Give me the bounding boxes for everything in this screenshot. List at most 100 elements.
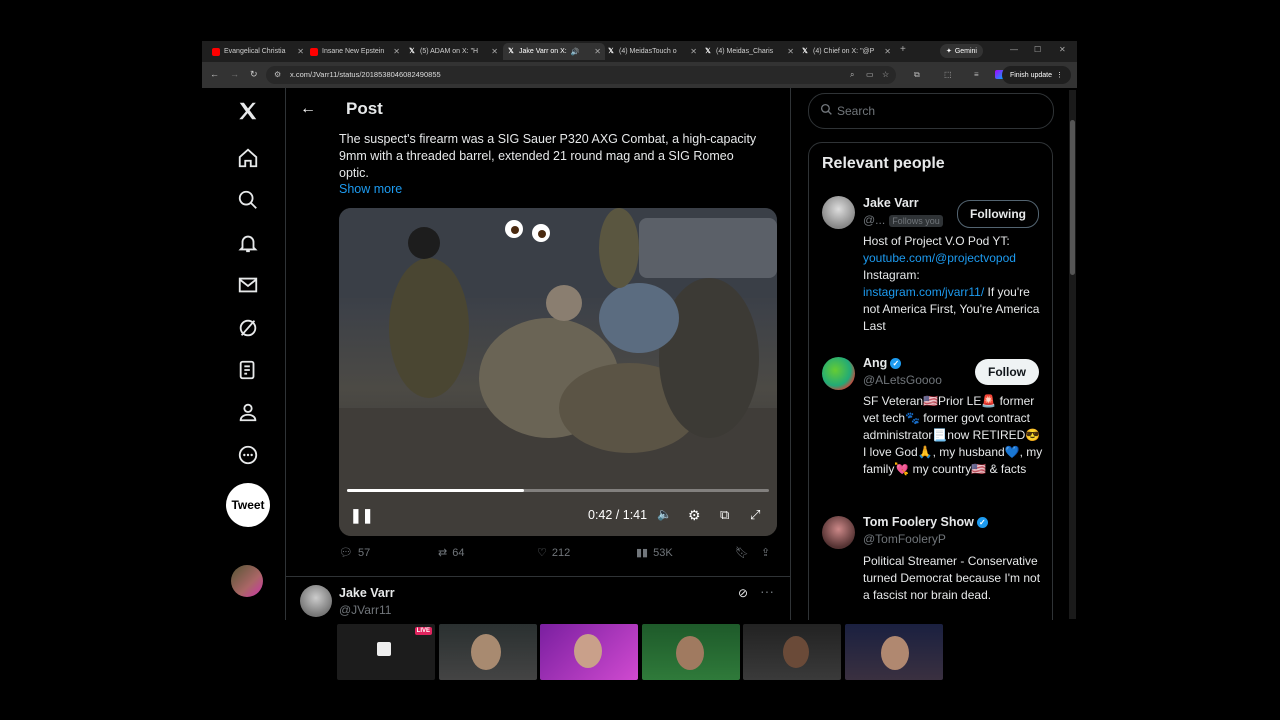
gemini-button[interactable]: ✦ Gemini [939, 44, 983, 58]
close-icon[interactable]: ✕ [491, 47, 498, 56]
person-name[interactable]: Ang ✓ [863, 356, 902, 370]
participant-face [574, 634, 602, 668]
reply-tweet[interactable]: Jake Varr @JVarr11 ⊘ ··· [286, 576, 790, 620]
person-handle[interactable]: @TomFooleryP [863, 532, 946, 546]
finish-update-button[interactable]: Finish update ⋮ [1001, 66, 1071, 84]
screen-share-thumbnail [377, 642, 391, 656]
screenshot-icon[interactable]: ⬚ [944, 70, 952, 79]
address-bar[interactable]: ⚙ x.com/JVarr11/status/20185380460824908… [266, 66, 896, 84]
bio-link[interactable]: youtube.com/@projectvopod [863, 251, 1016, 265]
video-player[interactable]: ❚❚ 0:42 / 1:41 🔈 ⚙ ⧉ ⤢ [339, 208, 777, 536]
following-button[interactable]: Following [957, 200, 1039, 228]
participant-face [881, 636, 909, 670]
repost-button[interactable]: ⇄ 64 [438, 546, 465, 560]
reload-icon[interactable]: ↻ [250, 69, 258, 80]
site-info-icon[interactable]: ⚙ [274, 70, 281, 79]
webcam-tile [845, 624, 943, 680]
maximize-icon[interactable]: ☐ [1034, 45, 1041, 54]
repost-count: 64 [452, 546, 465, 559]
new-tab-icon[interactable]: + [900, 44, 906, 55]
person-handle[interactable]: @... Follows you [863, 213, 943, 227]
tweet-button[interactable]: Tweet [226, 483, 270, 527]
close-window-icon[interactable]: ✕ [1059, 45, 1066, 54]
name-text: Ang [863, 356, 888, 370]
fullscreen-icon[interactable]: ⤢ [750, 507, 760, 523]
person-handle[interactable]: @ALetsGoooo [863, 373, 942, 387]
home-icon[interactable] [235, 145, 261, 171]
speaker-icon[interactable]: 🔊 [571, 48, 580, 56]
settings-gear-icon[interactable]: ⚙ [688, 507, 701, 524]
follows-you-badge: Follows you [889, 215, 943, 227]
reply-icon: 💬︎ [339, 547, 353, 559]
grok-icon[interactable]: ⊘ [738, 586, 748, 600]
explore-search-icon[interactable] [235, 187, 261, 213]
page-title: Post [346, 99, 383, 118]
bookmark-icon[interactable]: 🔖︎ [735, 546, 749, 559]
video-progress-bar[interactable] [347, 489, 769, 492]
post-column: ← Post The suspect's firearm was a SIG S… [286, 88, 791, 620]
search-input[interactable]: Search [808, 93, 1054, 129]
search-icon [820, 103, 832, 115]
avatar[interactable] [231, 565, 263, 597]
x-logo-icon[interactable] [235, 98, 261, 124]
show-more-link[interactable]: Show more [339, 182, 402, 196]
bookmark-star-icon[interactable]: ☆ [882, 70, 889, 79]
avatar[interactable] [822, 357, 855, 390]
grok-icon[interactable] [235, 315, 261, 341]
reply-author-handle[interactable]: @JVarr11 [339, 603, 391, 617]
profile-person-icon[interactable] [235, 399, 261, 425]
extensions-icon[interactable]: ⧉ [914, 70, 920, 80]
browser-tab[interactable]: Insane New Epstein ✕ [310, 43, 400, 60]
zoom-icon[interactable]: ⌕ [850, 70, 854, 80]
volume-icon[interactable]: 🔈 [657, 507, 672, 521]
browser-tab[interactable]: 𝕏 (4) MeidasTouch o ✕ [607, 43, 697, 60]
back-icon[interactable]: ← [210, 69, 219, 79]
notifications-bell-icon[interactable] [235, 230, 261, 256]
avatar[interactable] [300, 585, 332, 617]
pip-icon[interactable]: ⧉ [720, 507, 729, 523]
avatar[interactable] [822, 196, 855, 229]
address-toolbar: ← → ↻ ⚙ x.com/JVarr11/status/20185380460… [202, 62, 1077, 88]
browser-tab-active[interactable]: 𝕏 Jake Varr on X: 🔊 ✕ [503, 43, 605, 60]
reply-button[interactable]: 💬︎ 57 [339, 546, 370, 560]
close-icon[interactable]: ✕ [393, 47, 400, 56]
pause-icon[interactable]: ❚❚ [350, 507, 373, 524]
bio-link[interactable]: instagram.com/jvarr11/ [863, 285, 984, 299]
url-text[interactable]: x.com/JVarr11/status/2018538046082490855 [290, 70, 441, 79]
views-button[interactable]: ▮▮ 53K [636, 546, 673, 560]
verified-badge-icon: ✓ [976, 517, 988, 529]
more-dots-icon[interactable]: ··· [760, 583, 774, 599]
like-button[interactable]: ♡ 212 [537, 546, 570, 560]
cast-icon[interactable]: ▭ [866, 70, 874, 79]
browser-tab[interactable]: 𝕏 (4) Meidas_Charis ✕ [704, 43, 794, 60]
playlist-icon[interactable]: ≡ [974, 70, 979, 79]
forward-icon[interactable]: → [230, 69, 239, 79]
search-placeholder: Search [837, 104, 876, 118]
page-scrollbar[interactable] [1069, 90, 1076, 619]
close-icon[interactable]: ✕ [690, 47, 697, 56]
browser-tab[interactable]: Evangelical Christia ✕ [212, 43, 304, 60]
messages-envelope-icon[interactable] [235, 272, 261, 298]
video-time: 0:42 / 1:41 [588, 508, 648, 522]
webcam-tile [540, 624, 638, 680]
close-icon[interactable]: ✕ [884, 47, 891, 56]
person-name[interactable]: Jake Varr [863, 196, 919, 210]
more-circle-icon[interactable] [235, 442, 261, 468]
close-icon[interactable]: ✕ [594, 47, 601, 56]
close-icon[interactable]: ✕ [297, 47, 304, 56]
video-progress-fill [347, 489, 525, 492]
menu-dots-icon: ⋮ [1056, 72, 1063, 79]
avatar[interactable] [822, 516, 855, 549]
scrollbar-thumb[interactable] [1070, 120, 1075, 275]
browser-tab[interactable]: 𝕏 (5) ADAM on X: "H ✕ [408, 43, 498, 60]
share-icon[interactable]: ⇪ [761, 546, 770, 559]
lists-icon[interactable] [235, 357, 261, 383]
browser-tab[interactable]: 𝕏 (4) Chief on X: "@P ✕ [801, 43, 891, 60]
reply-author-name[interactable]: Jake Varr [339, 586, 395, 600]
back-arrow-icon[interactable]: ← [300, 100, 316, 118]
follow-button[interactable]: Follow [975, 359, 1039, 385]
right-sidebar: Search Relevant people Jake Varr @... Fol… [790, 88, 1077, 620]
close-icon[interactable]: ✕ [787, 47, 794, 56]
person-name[interactable]: Tom Foolery Show ✓ [863, 515, 988, 529]
minimize-icon[interactable]: — [1010, 45, 1018, 54]
